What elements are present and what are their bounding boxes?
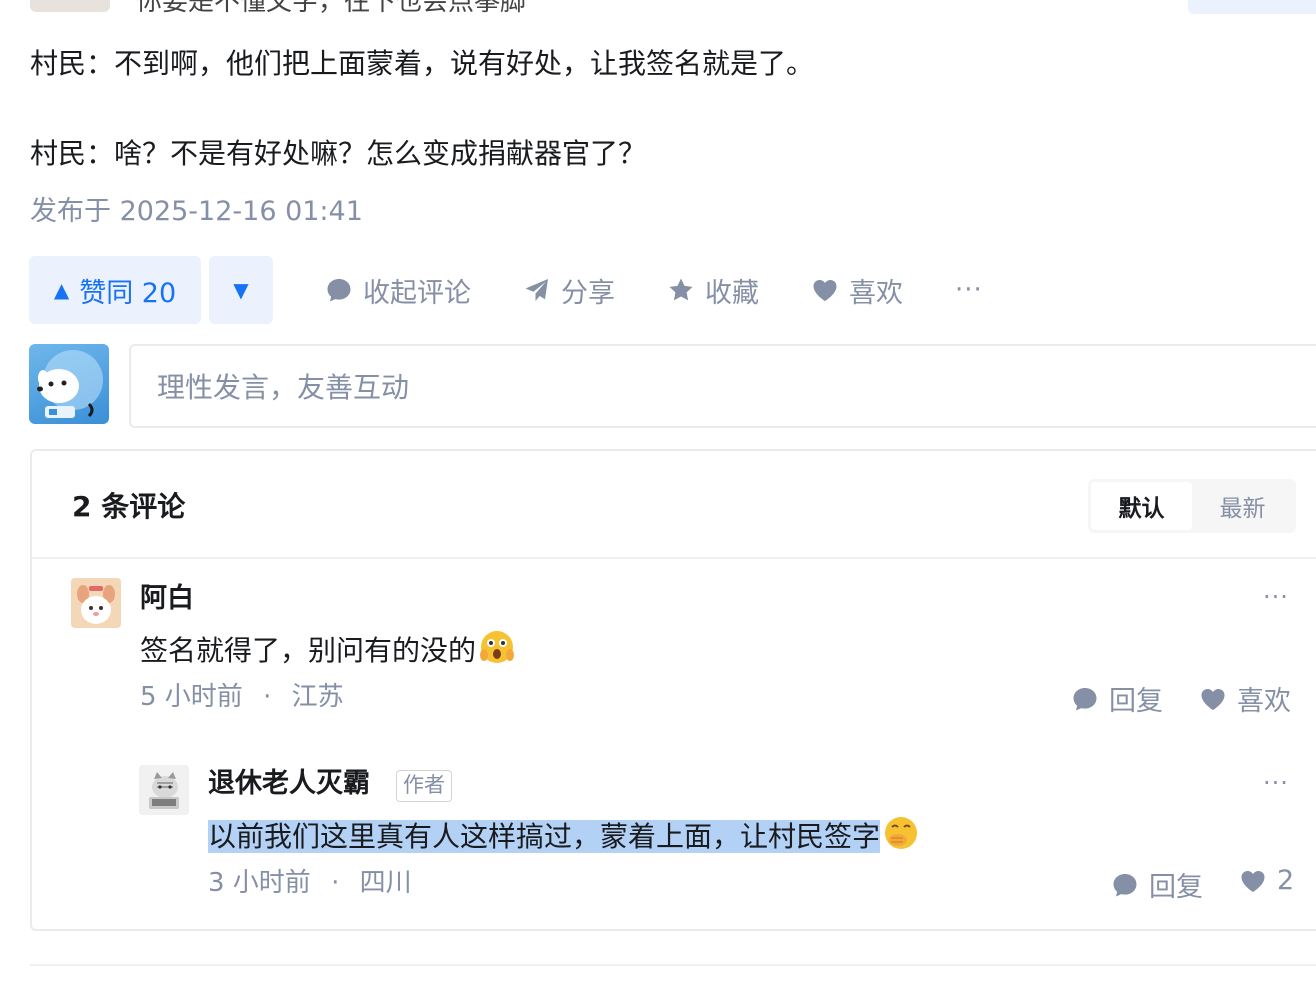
answer-page: 你要是不懂文字，往下也会点拳脚 村民：不到啊，他们把上面蒙着，说有好处，让我签名… — [0, 0, 1316, 994]
comment-like-button[interactable]: 2 — [1239, 865, 1294, 896]
avatar[interactable] — [139, 765, 189, 815]
comment-meta: 5 小时前 · 江苏 — [140, 679, 344, 715]
heart-icon — [1239, 867, 1267, 895]
sort-latest-tab[interactable]: 最新 — [1192, 482, 1293, 530]
reply-label: 回复 — [1149, 872, 1203, 903]
meta-separator: · — [331, 868, 340, 898]
comment-meta: 3 小时前 · 四川 — [208, 865, 412, 901]
comment-like-label: 喜欢 — [1237, 686, 1291, 717]
sort-switch: 默认 最新 — [1088, 479, 1296, 533]
downvote-button[interactable]: ▼ — [209, 256, 273, 324]
like-label: 喜欢 — [849, 277, 903, 309]
truncated-previous-line: 你要是不懂文字，往下也会点拳脚 — [30, 0, 526, 17]
avatar[interactable] — [29, 344, 109, 424]
article-paragraph: 村民：不到啊，他们把上面蒙着，说有好处，让我签名就是了。 — [30, 47, 815, 80]
share-label: 分享 — [561, 277, 615, 309]
comment-text: 以前我们这里真有人这样搞过，蒙着上面，让村民签字 — [208, 814, 920, 857]
truncated-text: 你要是不懂文字，往下也会点拳脚 — [136, 0, 527, 17]
comments-header: 2 条评论 默认 最新 — [32, 451, 1316, 559]
favorite-button[interactable]: 收藏 — [667, 271, 759, 310]
downvote-icon: ▼ — [233, 278, 249, 302]
reply-button[interactable]: 回复 — [1071, 679, 1163, 718]
collapse-comments-label: 收起评论 — [363, 277, 471, 309]
action-bar: ▲ 赞同 20 ▼ 收起评论 分享 收藏 喜欢 ··· — [29, 256, 983, 324]
heart-icon — [811, 276, 839, 304]
truncated-button[interactable] — [1188, 0, 1316, 14]
sort-default-tab[interactable]: 默认 — [1091, 482, 1192, 530]
meta-separator: · — [263, 682, 272, 712]
upvote-label: 赞同 20 — [79, 277, 177, 309]
collapse-comments-button[interactable]: 收起评论 — [325, 271, 471, 310]
comment-text: 签名就得了，别问有的没的 — [140, 628, 516, 671]
comment-location: 江苏 — [291, 682, 344, 712]
avatar[interactable] — [71, 578, 121, 628]
comment-input[interactable]: 理性发言，友善互动 — [129, 344, 1316, 428]
favorite-label: 收藏 — [705, 277, 759, 309]
upvote-button[interactable]: ▲ 赞同 20 — [29, 256, 201, 324]
comment-author[interactable]: 阿白 — [140, 581, 194, 617]
comments-count: 2 条评论 — [72, 490, 186, 523]
divider — [30, 964, 1316, 966]
article-paragraph: 村民：啥？不是有好处嘛？怎么变成捐献器官了？ — [30, 137, 647, 170]
shocked-face-emoji-icon — [478, 628, 516, 666]
paper-plane-icon — [523, 276, 551, 304]
publish-time: 发布于 2025-12-16 01:41 — [30, 196, 363, 227]
comment-bubble-icon — [1111, 871, 1139, 899]
share-button[interactable]: 分享 — [523, 271, 615, 310]
reply-label: 回复 — [1109, 686, 1163, 717]
star-icon — [667, 276, 695, 304]
comment-bubble-icon — [1071, 685, 1099, 713]
like-button[interactable]: 喜欢 — [811, 271, 903, 310]
comment-like-button[interactable]: 喜欢 — [1199, 679, 1291, 718]
comment-bubble-icon — [325, 276, 353, 304]
more-actions-button[interactable]: ··· — [955, 275, 983, 305]
comment-author[interactable]: 退休老人灭霸 — [208, 766, 370, 802]
heart-icon — [1199, 685, 1227, 713]
comment-like-count: 2 — [1277, 865, 1295, 896]
comments-panel: 2 条评论 默认 最新 阿白 ··· 签名就得了，别问有的没的 5 小时前 · … — [30, 449, 1316, 931]
upvote-icon: ▲ — [53, 278, 70, 302]
comment-more-button[interactable]: ··· — [1263, 583, 1289, 611]
hand-over-mouth-emoji-icon — [882, 814, 920, 852]
comment-time: 3 小时前 — [208, 868, 311, 898]
comment-location: 四川 — [359, 868, 412, 898]
comment-time: 5 小时前 — [140, 682, 243, 712]
truncated-image — [30, 0, 110, 12]
comment-body: 以前我们这里真有人这样搞过，蒙着上面，让村民签字 — [208, 820, 881, 853]
author-tag: 作者 — [396, 770, 452, 802]
comment-body: 签名就得了，别问有的没的 — [140, 634, 477, 667]
comment-more-button[interactable]: ··· — [1263, 769, 1289, 797]
reply-button[interactable]: 回复 — [1111, 865, 1203, 904]
